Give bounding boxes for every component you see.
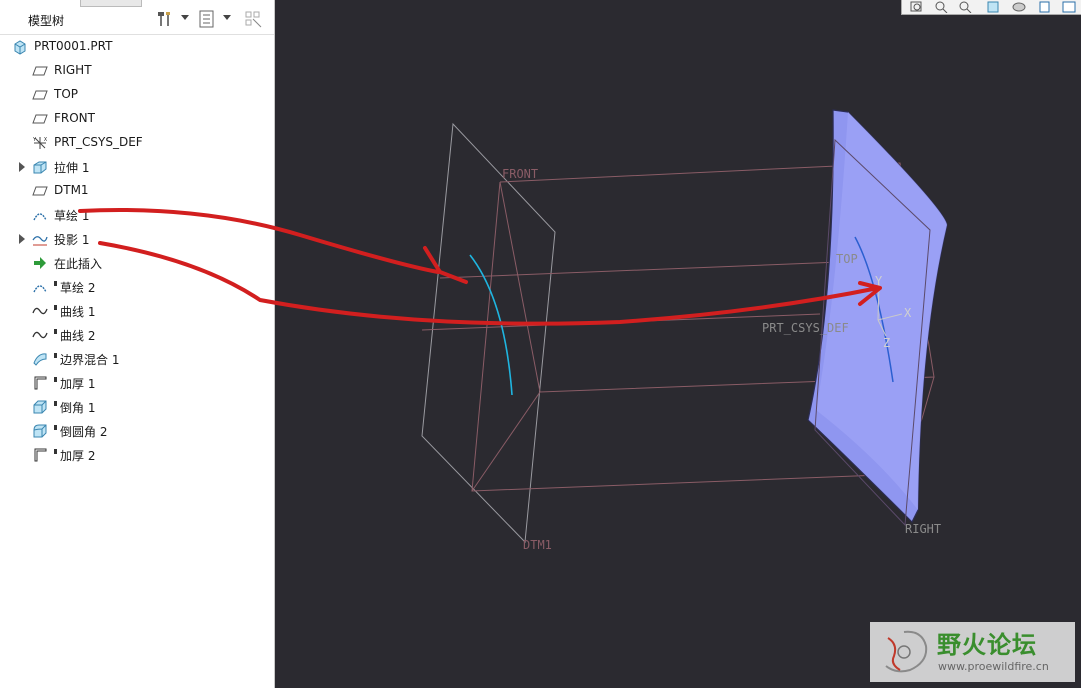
view-toolbar <box>901 0 1081 15</box>
tree-item-part[interactable]: PRT0001.PRT <box>0 36 270 58</box>
expand-arrow-icon[interactable] <box>19 234 25 244</box>
chevron-down-icon[interactable] <box>181 15 189 20</box>
tree-item-sketch-2[interactable]: 草绘 2 <box>0 276 270 298</box>
tree-filter-icon[interactable] <box>198 10 216 28</box>
datum-plane-icon <box>32 186 48 196</box>
curve-icon <box>32 307 48 315</box>
tree-item-label: 拉伸 1 <box>54 161 90 175</box>
tree-item-boundary-blend-1[interactable]: 边界混合 1 <box>0 348 270 370</box>
tree-item-label: RIGHT <box>54 63 92 77</box>
curve-icon <box>32 331 48 339</box>
tree-item-label: 加厚 2 <box>54 447 95 464</box>
tree-item-dtm1[interactable]: DTM1 <box>0 180 270 202</box>
tree-item-label: 投影 1 <box>54 233 90 247</box>
orient-icon[interactable] <box>986 1 1000 13</box>
settings-tools-icon[interactable] <box>156 10 174 28</box>
sketch-icon <box>33 213 47 221</box>
dtm1-plane[interactable] <box>421 122 556 544</box>
model-scene[interactable]: Y X Z FRONT TOP PRT_CSYS_DEF DTM1 RIGHT <box>275 0 1081 688</box>
model-tree-header: 模型树 <box>0 6 274 35</box>
tree-item-label: 草绘 1 <box>54 209 90 223</box>
axis-label-y: Y <box>875 274 883 288</box>
datum-label-front: FRONT <box>502 167 538 181</box>
tree-item-thicken-1[interactable]: 加厚 1 <box>0 372 270 394</box>
datum-label-top: TOP <box>836 252 858 266</box>
watermark-url: www.proewildfire.cn <box>938 660 1049 673</box>
watermark-title: 野火论坛 <box>937 631 1037 659</box>
zoom-fit-icon[interactable] <box>910 1 924 13</box>
tree-item-label: 曲线 1 <box>54 303 95 320</box>
tree-item-curve-1[interactable]: 曲线 1 <box>0 300 270 322</box>
tree-item-chamfer-1[interactable]: 倒角 1 <box>0 396 270 418</box>
tree-item-label: TOP <box>54 87 79 101</box>
thicken-icon <box>34 376 47 390</box>
tree-item-label: 边界混合 1 <box>54 351 119 368</box>
chamfer-icon <box>33 400 47 414</box>
tree-item-label: DTM1 <box>54 183 89 197</box>
tree-item-label: 草绘 2 <box>54 279 95 296</box>
display-style-icon[interactable] <box>1012 1 1026 13</box>
zoom-out-icon[interactable] <box>958 1 972 13</box>
projection-icon <box>32 236 48 246</box>
tree-item-label: 在此插入 <box>54 257 103 271</box>
tree-item-label: PRT_CSYS_DEF <box>54 135 143 149</box>
graphics-viewport[interactable]: Y X Z FRONT TOP PRT_CSYS_DEF DTM1 RIGHT <box>275 0 1081 688</box>
axis-label-z: Z <box>883 336 890 350</box>
model-tree-title: 模型树 <box>28 14 65 28</box>
boundary-blend-icon <box>33 353 47 366</box>
tree-item-projection-1[interactable]: 投影 1 <box>0 228 270 250</box>
forum-logo-icon <box>885 630 928 673</box>
tree-item-label: 曲线 2 <box>54 327 95 344</box>
tree-item-top[interactable]: TOP <box>0 84 270 106</box>
tree-item-sketch-1[interactable]: 草绘 1 <box>0 204 270 226</box>
round-icon <box>33 424 47 438</box>
tree-item-label: 倒圆角 2 <box>54 423 107 440</box>
saved-views-icon[interactable] <box>1038 1 1052 13</box>
part-icon <box>14 40 26 55</box>
expand-arrow-icon[interactable] <box>19 162 25 172</box>
tree-item-label: 倒角 1 <box>54 399 95 416</box>
tree-item-label: PRT0001.PRT <box>34 39 113 53</box>
extrude-icon <box>33 161 47 174</box>
tree-item-curve-2[interactable]: 曲线 2 <box>0 324 270 346</box>
zoom-in-icon[interactable] <box>934 1 948 13</box>
svg-text:Y: Y <box>33 137 36 143</box>
top-plane[interactable] <box>421 261 841 331</box>
tree-item-csys[interactable]: YX PRT_CSYS_DEF <box>0 132 270 154</box>
sketch-icon <box>33 285 47 293</box>
axis-label-x: X <box>904 306 912 320</box>
insert-here-icon <box>34 257 46 269</box>
tree-item-label: 加厚 1 <box>54 375 95 392</box>
show-hidden-icon[interactable] <box>244 10 262 28</box>
svg-text:X: X <box>44 137 47 143</box>
datum-label-csys: PRT_CSYS_DEF <box>762 321 849 335</box>
thicken-icon <box>34 448 47 462</box>
datum-label-dtm1: DTM1 <box>523 538 552 552</box>
tree-item-thicken-2[interactable]: 加厚 2 <box>0 444 270 466</box>
tree-item-front[interactable]: FRONT <box>0 108 270 130</box>
datum-plane-icon <box>32 114 48 124</box>
tree-item-insert-here[interactable]: 在此插入 <box>0 252 270 274</box>
datum-plane-icon <box>32 66 48 76</box>
tree-item-round-2[interactable]: 倒圆角 2 <box>0 420 270 442</box>
model-tree-panel: 模型树 PRT0001.PRT RIGHT TOP FRONT Y X PRT_… <box>0 0 275 688</box>
datum-label-right: RIGHT <box>905 522 941 536</box>
datum-plane-icon <box>32 90 48 100</box>
csys-icon: YX <box>33 137 47 149</box>
tree-item-right[interactable]: RIGHT <box>0 60 270 82</box>
tree-item-label: FRONT <box>54 111 95 125</box>
view-manager-icon[interactable] <box>1062 1 1076 13</box>
tree-item-extrude-1[interactable]: 拉伸 1 <box>0 156 270 178</box>
chevron-down-icon[interactable] <box>223 15 231 20</box>
watermark: 野火论坛 www.proewildfire.cn <box>870 622 1075 682</box>
